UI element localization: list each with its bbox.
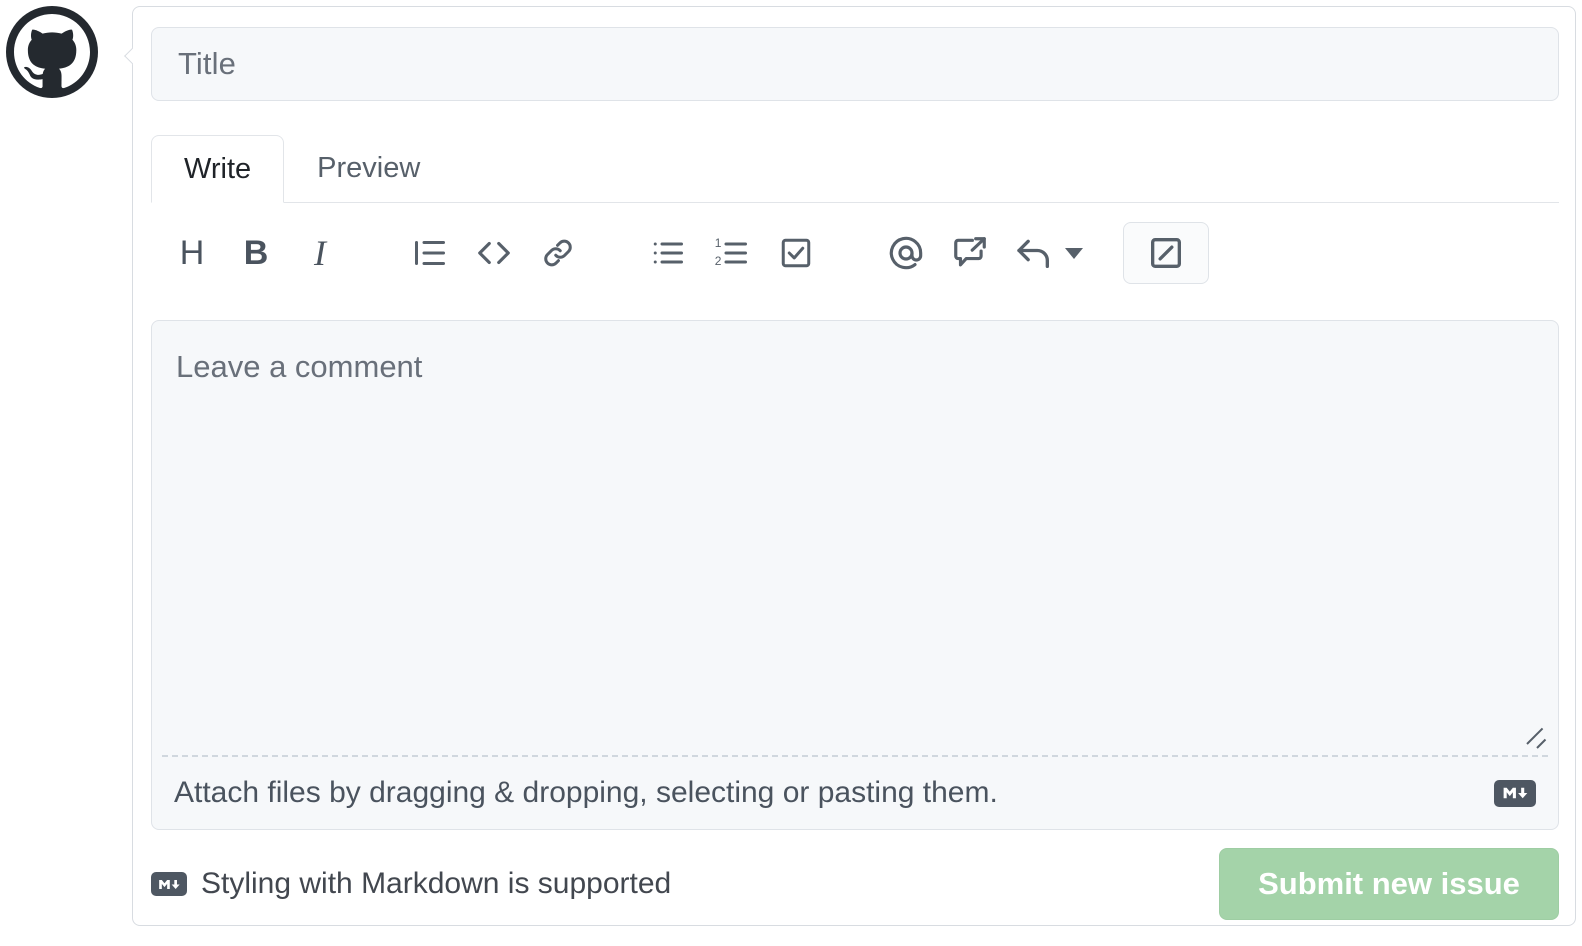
markdown-icon (151, 872, 187, 896)
new-issue-form-page: Title Write Preview H B I 1 2 Leave a co… (0, 0, 1582, 946)
reply-arrow-icon[interactable] (1005, 224, 1063, 282)
issue-title-input[interactable]: Title (151, 27, 1559, 101)
tab-preview[interactable]: Preview (284, 134, 453, 202)
code-icon[interactable] (465, 224, 523, 282)
issue-title-placeholder: Title (178, 46, 236, 81)
submit-new-issue-button[interactable]: Submit new issue (1219, 848, 1559, 920)
markdown-toolbar: H B I 1 2 (151, 207, 1559, 299)
tab-write[interactable]: Write (151, 135, 285, 203)
comment-placeholder: Leave a comment (176, 349, 423, 384)
github-octocat-icon (14, 14, 90, 90)
task-list-icon[interactable] (767, 224, 825, 282)
mention-at-icon[interactable] (877, 224, 935, 282)
numbered-list-icon[interactable]: 1 2 (703, 224, 761, 282)
link-icon[interactable] (529, 224, 587, 282)
markdown-support-label: Styling with Markdown is supported (201, 867, 672, 900)
slash-box-icon (1146, 233, 1186, 273)
editor-tabs: Write Preview (151, 135, 1559, 203)
bold-icon[interactable]: B (227, 224, 285, 282)
submit-new-issue-label: Submit new issue (1258, 866, 1520, 901)
quote-icon[interactable] (401, 224, 459, 282)
toolbar-group-text: H B I (163, 224, 355, 282)
issue-comment-textarea[interactable]: Leave a comment Attach files by dragging… (151, 320, 1559, 830)
tab-write-label: Write (184, 152, 252, 185)
attach-files-label: Attach files by dragging & dropping, sel… (174, 776, 998, 809)
heading-glyph: H (179, 234, 205, 272)
markdown-icon[interactable] (1494, 779, 1536, 807)
speech-bubble-caret-icon (123, 47, 133, 67)
tab-preview-label: Preview (317, 152, 421, 184)
bold-glyph: B (243, 234, 269, 272)
toolbar-group-block (401, 224, 593, 282)
form-footer: Styling with Markdown is supported Submi… (151, 845, 1559, 923)
chevron-down-icon[interactable] (1065, 247, 1083, 259)
heading-icon[interactable]: H (163, 224, 221, 282)
comment-form-card: Title Write Preview H B I 1 2 Leave a co… (132, 6, 1576, 926)
markdown-support-note[interactable]: Styling with Markdown is supported (151, 867, 1219, 901)
toolbar-group-lists: 1 2 (639, 224, 831, 282)
textarea-resize-handle[interactable] (1526, 727, 1550, 751)
attach-files-row[interactable]: Attach files by dragging & dropping, sel… (152, 757, 1558, 829)
markdown-editor-toggle[interactable] (1123, 222, 1209, 284)
avatar[interactable] (6, 6, 98, 98)
bulleted-list-icon[interactable] (639, 224, 697, 282)
caret-cover (133, 41, 135, 73)
svg-text:2: 2 (715, 254, 722, 268)
toolbar-group-refs (877, 224, 1087, 282)
italic-icon[interactable]: I (291, 224, 349, 282)
cross-reference-icon[interactable] (941, 224, 999, 282)
svg-text:1: 1 (715, 236, 722, 250)
italic-glyph: I (314, 233, 326, 273)
